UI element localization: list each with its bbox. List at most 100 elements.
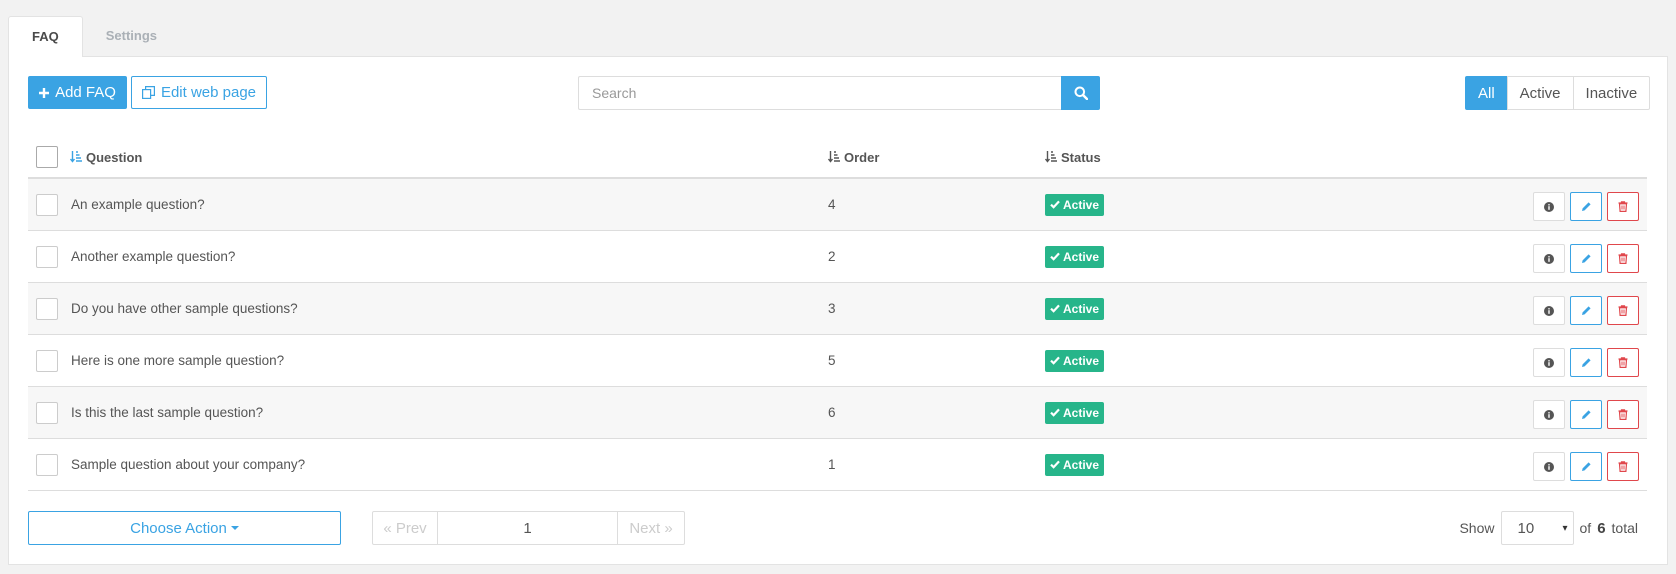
status-badge-label: Active bbox=[1063, 249, 1100, 264]
status-filter-group: All Active Inactive bbox=[1465, 76, 1651, 110]
delete-button[interactable] bbox=[1607, 244, 1639, 273]
info-button[interactable] bbox=[1533, 348, 1565, 377]
edit-web-page-button[interactable]: Edit web page bbox=[131, 76, 267, 109]
trash-icon bbox=[1618, 461, 1628, 472]
choose-action-dropdown[interactable]: Choose Action bbox=[28, 511, 341, 545]
delete-button[interactable] bbox=[1607, 400, 1639, 429]
info-button[interactable] bbox=[1533, 452, 1565, 481]
check-icon bbox=[1050, 304, 1060, 313]
add-faq-button[interactable]: Add FAQ bbox=[28, 76, 127, 109]
order-cell: 2 bbox=[828, 249, 836, 264]
table-row: Here is one more sample question? 5 Active bbox=[28, 335, 1647, 387]
trash-icon bbox=[1618, 409, 1628, 420]
status-badge: Active bbox=[1045, 453, 1105, 476]
filter-active[interactable]: Active bbox=[1506, 76, 1574, 110]
table-row: Do you have other sample questions? 3 Acti… bbox=[28, 283, 1647, 335]
delete-button[interactable] bbox=[1607, 296, 1639, 325]
row-checkbox[interactable] bbox=[36, 246, 58, 268]
table-body: An example question? 4 Active Another examp… bbox=[28, 179, 1647, 491]
status-badge: Active bbox=[1045, 193, 1105, 216]
choose-action-label: Choose Action bbox=[130, 519, 227, 537]
info-icon bbox=[1544, 409, 1554, 420]
check-icon bbox=[1050, 252, 1060, 261]
status-badge: Active bbox=[1045, 401, 1105, 424]
order-cell: 3 bbox=[828, 301, 836, 316]
row-checkbox[interactable] bbox=[36, 298, 58, 320]
check-icon bbox=[1050, 408, 1060, 417]
search-icon bbox=[1074, 86, 1088, 100]
question-cell: Is this the last sample question? bbox=[71, 405, 264, 420]
edit-button[interactable] bbox=[1570, 192, 1602, 221]
delete-button[interactable] bbox=[1607, 452, 1639, 481]
question-cell: Do you have other sample questions? bbox=[71, 301, 298, 316]
row-checkbox[interactable] bbox=[36, 194, 58, 216]
row-checkbox[interactable] bbox=[36, 402, 58, 424]
info-icon bbox=[1544, 305, 1554, 316]
table-row: Is this the last sample question? 6 Active bbox=[28, 387, 1647, 439]
status-badge-label: Active bbox=[1063, 405, 1100, 420]
faq-panel: Add FAQ Edit web page All Active Inactiv… bbox=[8, 56, 1668, 565]
row-checkbox[interactable] bbox=[36, 350, 58, 372]
edit-button[interactable] bbox=[1570, 244, 1602, 273]
edit-button[interactable] bbox=[1570, 296, 1602, 325]
status-badge-label: Active bbox=[1063, 197, 1100, 212]
page-size-select[interactable]: 10 ▾ bbox=[1500, 511, 1574, 545]
info-button[interactable] bbox=[1533, 244, 1565, 273]
search-input[interactable] bbox=[578, 76, 1061, 110]
check-icon bbox=[1050, 200, 1060, 209]
of-label: of bbox=[1579, 520, 1592, 536]
status-cell: Active bbox=[1045, 231, 1105, 282]
filter-all[interactable]: All bbox=[1465, 76, 1508, 110]
row-checkbox[interactable] bbox=[36, 454, 58, 476]
delete-button[interactable] bbox=[1607, 348, 1639, 377]
column-status[interactable]: Status bbox=[1045, 137, 1101, 177]
column-order[interactable]: Order bbox=[828, 137, 879, 177]
order-cell: 1 bbox=[828, 457, 836, 472]
info-icon bbox=[1544, 461, 1554, 472]
add-faq-label: Add FAQ bbox=[55, 84, 116, 101]
info-button[interactable] bbox=[1533, 400, 1565, 429]
status-badge: Active bbox=[1045, 297, 1105, 320]
info-icon bbox=[1544, 253, 1554, 264]
info-button[interactable] bbox=[1533, 192, 1565, 221]
pencil-icon bbox=[1581, 201, 1592, 212]
info-button[interactable] bbox=[1533, 296, 1565, 325]
filter-inactive[interactable]: Inactive bbox=[1572, 76, 1651, 110]
column-question[interactable]: Question bbox=[70, 137, 142, 177]
check-icon bbox=[1050, 356, 1060, 365]
show-label: Show bbox=[1459, 520, 1495, 536]
delete-button[interactable] bbox=[1607, 192, 1639, 221]
order-cell: 6 bbox=[828, 405, 836, 420]
info-icon bbox=[1544, 357, 1554, 368]
status-cell: Active bbox=[1045, 439, 1105, 490]
edit-button[interactable] bbox=[1570, 348, 1602, 377]
pencil-icon bbox=[1581, 461, 1592, 472]
question-cell: An example question? bbox=[71, 197, 205, 212]
select-all-checkbox[interactable] bbox=[36, 146, 58, 168]
page-size-value: 10 bbox=[1517, 519, 1535, 537]
edit-button[interactable] bbox=[1570, 452, 1602, 481]
tab-faq[interactable]: FAQ bbox=[8, 16, 83, 57]
table-row: An example question? 4 Active bbox=[28, 179, 1647, 231]
pencil-icon bbox=[1581, 357, 1592, 368]
next-page-button[interactable]: Next » bbox=[617, 511, 685, 545]
pencil-icon bbox=[1581, 409, 1592, 420]
column-status-label: Status bbox=[1061, 149, 1101, 165]
table-row: Sample question about your company? 1 Acti… bbox=[28, 439, 1647, 491]
status-badge-label: Active bbox=[1063, 301, 1100, 316]
trash-icon bbox=[1618, 253, 1628, 264]
edit-button[interactable] bbox=[1570, 400, 1602, 429]
tab-settings[interactable]: Settings bbox=[83, 16, 180, 56]
question-cell: Here is one more sample question? bbox=[71, 353, 285, 368]
status-badge: Active bbox=[1045, 349, 1105, 372]
copy-icon bbox=[141, 86, 155, 99]
order-cell: 5 bbox=[828, 353, 836, 368]
page-size-control: Show 10 ▾ of 6 total bbox=[1459, 511, 1638, 545]
search-button[interactable] bbox=[1061, 76, 1100, 110]
status-badge-label: Active bbox=[1063, 353, 1100, 368]
prev-page-button[interactable]: « Prev bbox=[372, 511, 438, 545]
info-icon bbox=[1544, 201, 1554, 212]
table-header: Question Order Status bbox=[28, 137, 1647, 179]
current-page[interactable]: 1 bbox=[437, 511, 618, 545]
chevron-down-icon: ▾ bbox=[1562, 522, 1568, 534]
